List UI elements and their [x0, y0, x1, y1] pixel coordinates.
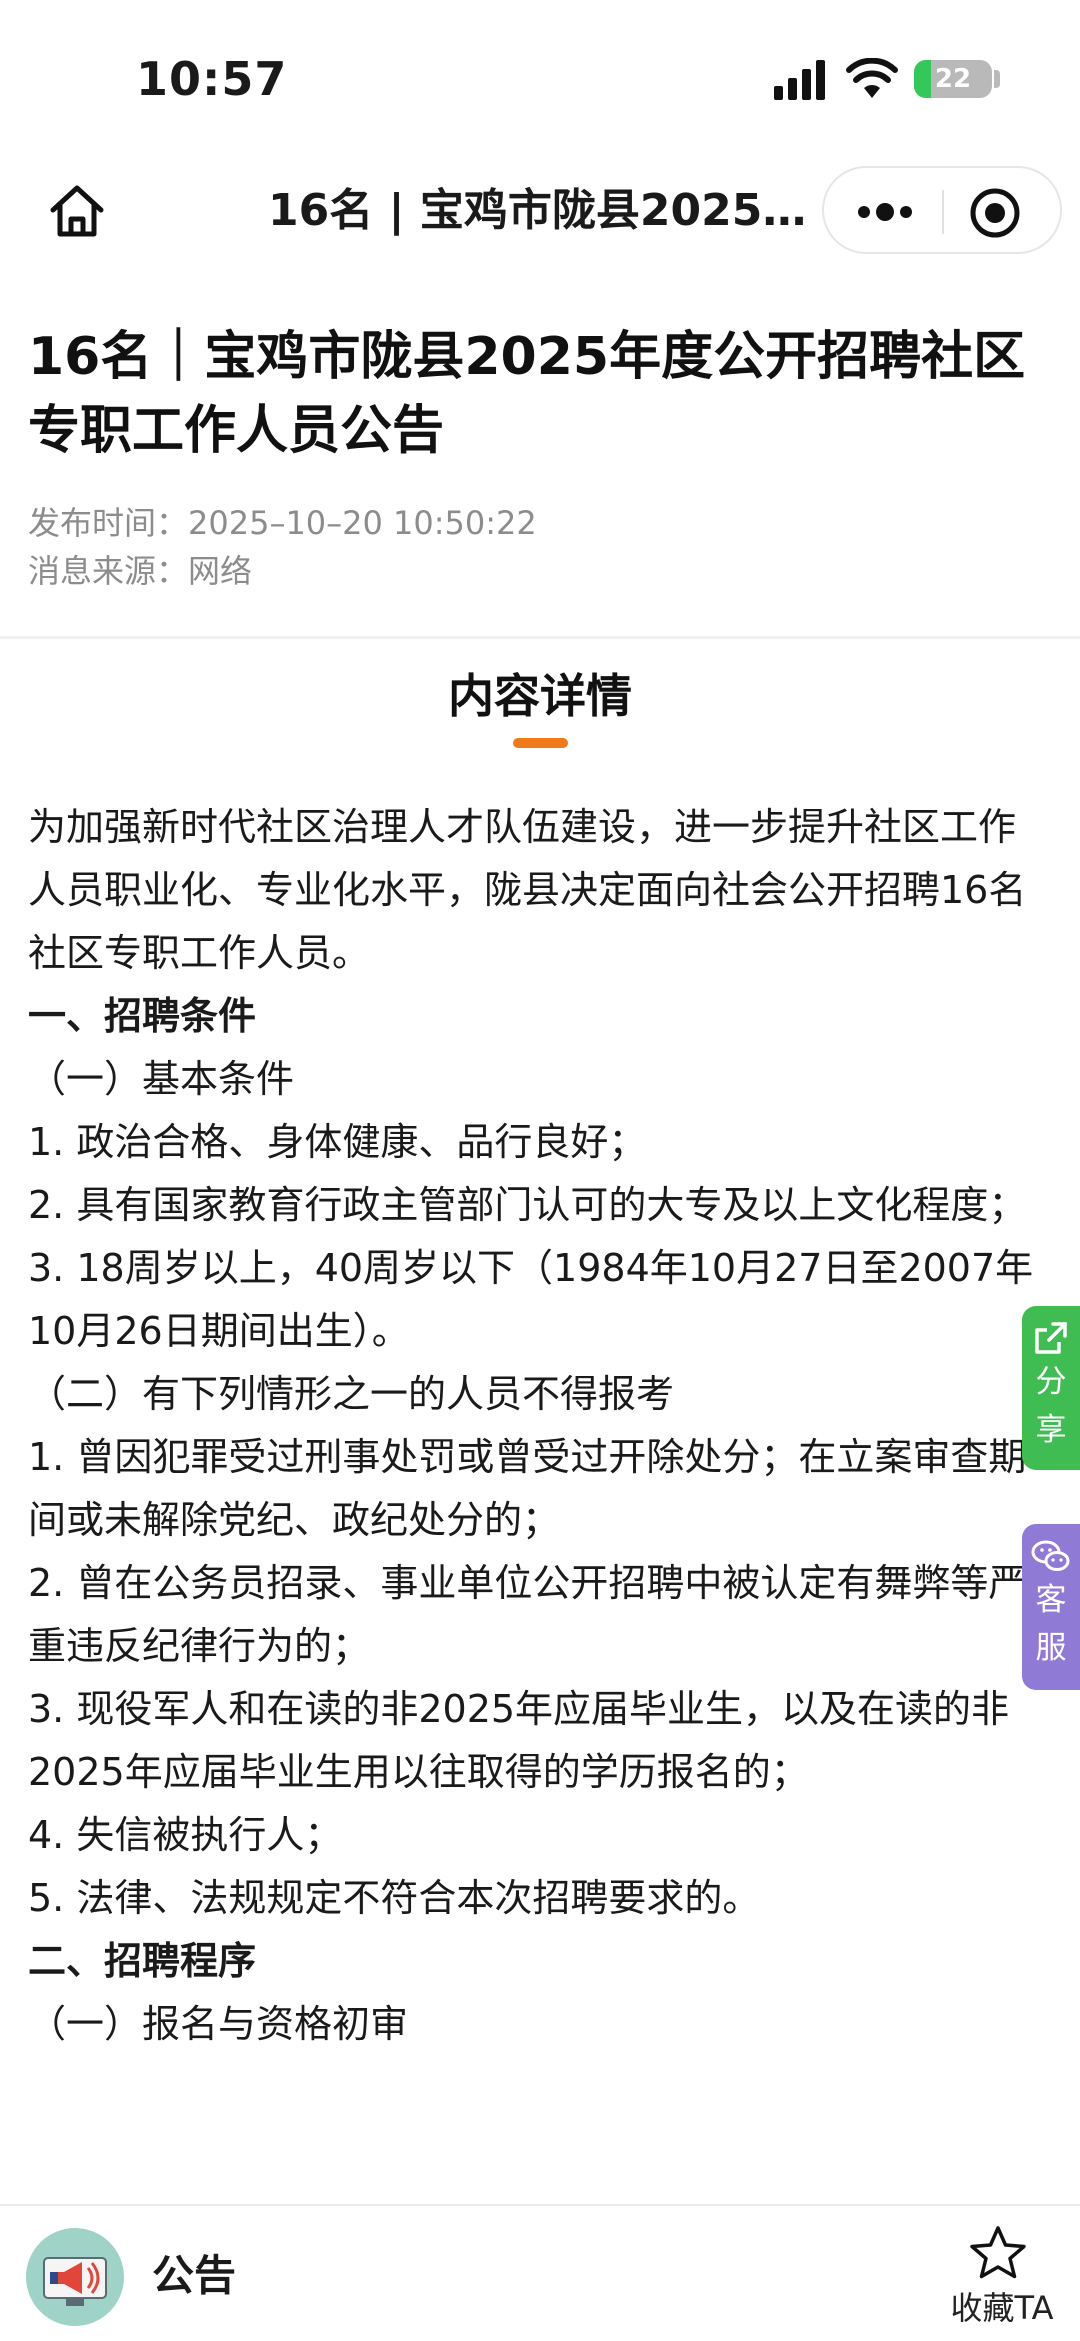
capsule-divider [942, 190, 944, 234]
section-title: 内容详情 [448, 669, 632, 723]
publish-time: 发布时间：2025–10–20 10:50:22 [28, 504, 537, 542]
wechat-icon [1031, 1540, 1070, 1571]
account-avatar[interactable] [26, 2228, 124, 2326]
star-icon[interactable] [968, 2224, 1028, 2282]
section-underline [513, 738, 568, 748]
wifi-icon [846, 58, 898, 98]
more-icon[interactable] [850, 188, 920, 236]
body-paragraph: 4. 失信被执行人； [28, 1813, 343, 1857]
body-paragraph: （一）报名与资格初审 [28, 2002, 409, 2046]
body-paragraph: 3. 现役军人和在读的非2025年应届毕业生，以及在读的非2025年应届毕业生用… [28, 1687, 1010, 1794]
account-name: 公告 [152, 2251, 237, 2300]
article-title: 16名｜宝鸡市陇县2025年度公开招聘社区专职工作人员公告 [28, 327, 1026, 461]
header-divider [0, 636, 1080, 639]
article-body: 为加强新时代社区治理人才队伍建设，进一步提升社区工作人员职业化、专业化水平，陇县… [28, 796, 1048, 2056]
body-heading: 二、招聘程序 [28, 1939, 257, 1983]
page: 10:57 22 16名 | 宝鸡市陇县2025年度公开招聘社区专职工作人员公告 [0, 0, 1080, 2341]
target-icon[interactable] [968, 186, 1022, 240]
body-heading: 一、招聘条件 [28, 994, 257, 1038]
battery-level: 22 [934, 64, 972, 94]
body-paragraph: 1. 政治合格、身体健康、品行良好； [28, 1120, 647, 1164]
bottom-bar: 公告 收藏TA [0, 2204, 1080, 2341]
nav-title: 16名 | 宝鸡市陇县2025年度公开招聘社区专职工作人员公告 [268, 185, 818, 236]
status-time: 10:57 [136, 52, 288, 106]
share-label: 分享 [1035, 1364, 1067, 1448]
nav-bar: 16名 | 宝鸡市陇县2025年度公开招聘社区专职工作人员公告 [0, 150, 1080, 270]
home-icon[interactable] [46, 180, 108, 242]
share-button[interactable]: 分享 [1022, 1306, 1080, 1470]
body-paragraph: （二）有下列情形之一的人员不得报考 [28, 1372, 675, 1416]
body-paragraph: 5. 法律、法规规定不符合本次招聘要求的。 [28, 1876, 761, 1920]
news-source: 消息来源：网络 [28, 552, 253, 590]
body-paragraph: 为加强新时代社区治理人才队伍建设，进一步提升社区工作人员职业化、专业化水平，陇县… [28, 805, 1027, 975]
mini-program-capsule [822, 166, 1062, 254]
battery-indicator: 22 [914, 60, 992, 98]
signal-icon [774, 60, 825, 100]
status-bar: 10:57 22 [0, 0, 1080, 150]
body-paragraph: 1. 曾因犯罪受过刑事处罚或曾受过开除处分；在立案审查期间或未解除党纪、政纪处分… [28, 1435, 1027, 1542]
body-paragraph: 2. 曾在公务员招录、事业单位公开招聘中被认定有舞弊等严重违反纪律行为的； [28, 1561, 1027, 1668]
megaphone-icon [43, 2257, 107, 2306]
body-paragraph: （一）基本条件 [28, 1057, 295, 1101]
body-paragraph: 3. 18周岁以上，40周岁以下（1984年10月27日至2007年10月26日… [28, 1246, 1034, 1353]
service-label: 客服 [1035, 1582, 1067, 1666]
favorite-button[interactable]: 收藏TA [940, 2286, 1064, 2330]
body-paragraph: 2. 具有国家教育行政主管部门认可的大专及以上文化程度； [28, 1183, 1027, 1227]
battery-cap [994, 70, 1000, 88]
share-icon [1035, 1322, 1067, 1354]
customer-service-button[interactable]: 客服 [1022, 1524, 1080, 1690]
